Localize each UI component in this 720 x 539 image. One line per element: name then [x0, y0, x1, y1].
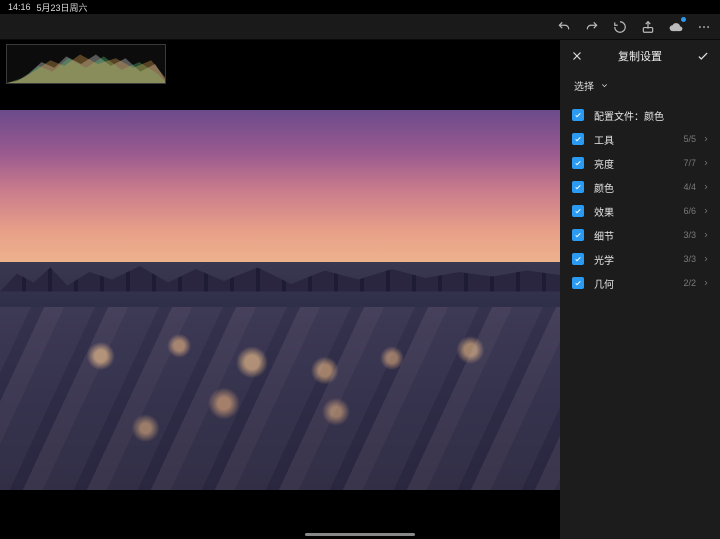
setting-count: 5/5 — [683, 134, 696, 144]
setting-row-4[interactable]: 效果6/6 — [560, 199, 720, 223]
setting-label: 工具 — [594, 132, 683, 147]
setting-count: 3/3 — [683, 254, 696, 264]
setting-label: 颜色 — [594, 180, 683, 195]
setting-label: 效果 — [594, 204, 683, 219]
checkbox-icon[interactable] — [572, 253, 584, 265]
chevron-right-icon — [702, 255, 710, 263]
setting-label: 光学 — [594, 252, 683, 267]
status-time: 14:16 — [8, 2, 31, 12]
setting-count: 2/2 — [683, 278, 696, 288]
redo-icon[interactable] — [584, 19, 600, 35]
checkbox-icon[interactable] — [572, 277, 584, 289]
home-indicator[interactable] — [305, 533, 415, 536]
select-label: 选择 — [574, 78, 594, 93]
panel-title: 复制设置 — [618, 48, 662, 64]
setting-count: 3/3 — [683, 230, 696, 240]
checkbox-icon[interactable] — [572, 109, 584, 121]
checkbox-icon[interactable] — [572, 133, 584, 145]
cloud-sync-icon[interactable] — [668, 19, 684, 35]
setting-label: 几何 — [594, 276, 683, 291]
checkbox-icon[interactable] — [572, 205, 584, 217]
chevron-right-icon — [702, 135, 710, 143]
photo-canvas[interactable] — [0, 40, 560, 539]
chevron-right-icon — [702, 207, 710, 215]
chevron-right-icon — [702, 231, 710, 239]
histogram[interactable] — [6, 44, 166, 84]
chevron-right-icon — [702, 279, 710, 287]
setting-row-3[interactable]: 颜色4/4 — [560, 175, 720, 199]
revert-icon[interactable] — [612, 19, 628, 35]
setting-row-2[interactable]: 亮度7/7 — [560, 151, 720, 175]
setting-label: 配置文件：颜色 — [594, 108, 710, 123]
photo-preview — [0, 110, 560, 490]
checkbox-icon[interactable] — [572, 229, 584, 241]
setting-row-6[interactable]: 光学3/3 — [560, 247, 720, 271]
checkbox-icon[interactable] — [572, 181, 584, 193]
confirm-icon[interactable] — [696, 49, 710, 63]
top-toolbar — [0, 14, 720, 40]
select-dropdown[interactable]: 选择 — [560, 72, 720, 103]
setting-count: 4/4 — [683, 182, 696, 192]
status-bar: 14:16 5月23日周六 — [0, 0, 720, 14]
setting-row-1[interactable]: 工具5/5 — [560, 127, 720, 151]
setting-label: 亮度 — [594, 156, 683, 171]
setting-row-7[interactable]: 几何2/2 — [560, 271, 720, 295]
setting-count: 6/6 — [683, 206, 696, 216]
undo-icon[interactable] — [556, 19, 572, 35]
setting-label: 细节 — [594, 228, 683, 243]
chevron-right-icon — [702, 159, 710, 167]
close-icon[interactable] — [570, 49, 584, 63]
status-date: 5月23日周六 — [37, 1, 88, 14]
setting-count: 7/7 — [683, 158, 696, 168]
more-icon[interactable] — [696, 19, 712, 35]
chevron-down-icon — [600, 81, 609, 90]
setting-row-5[interactable]: 细节3/3 — [560, 223, 720, 247]
checkbox-icon[interactable] — [572, 157, 584, 169]
share-icon[interactable] — [640, 19, 656, 35]
chevron-right-icon — [702, 183, 710, 191]
copy-settings-panel: 复制设置 选择 配置文件：颜色工具5/5亮度7/7颜色4/4效果6/6细节3/3… — [560, 40, 720, 539]
setting-row-0[interactable]: 配置文件：颜色 — [560, 103, 720, 127]
